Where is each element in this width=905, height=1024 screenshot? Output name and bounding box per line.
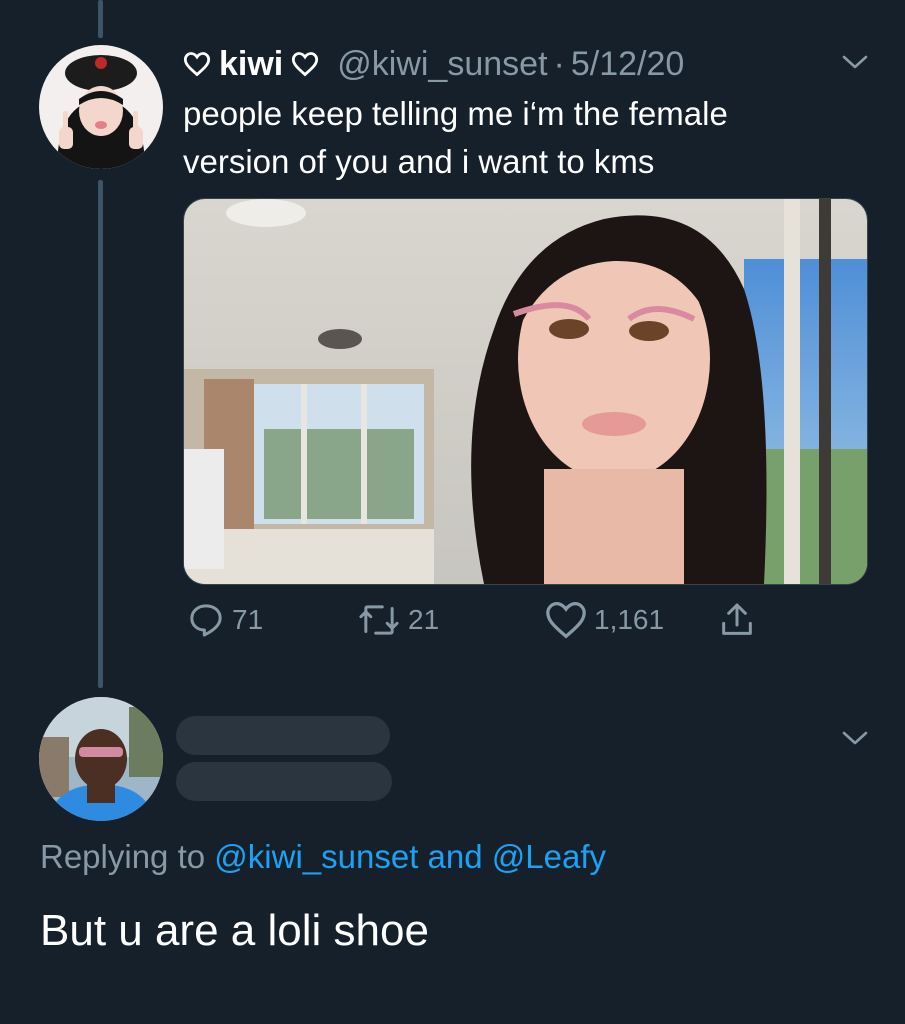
replying-prefix: Replying to [40,838,206,875]
like-button[interactable]: 1,161 [544,600,664,640]
redacted-handle [176,762,392,801]
conjunction: and [427,838,483,875]
handle[interactable]: @kiwi_sunset [337,45,547,84]
retweet-icon [359,605,399,635]
display-name[interactable]: kiwi [183,45,327,84]
redacted-name [176,716,390,755]
tweet-media-photo[interactable] [183,198,868,585]
thread-line-top [98,0,103,38]
display-name-text: kiwi [219,44,284,83]
tweet-header: kiwi @kiwi_sunset · 5/12/20 [183,42,684,86]
separator-dot: · [553,44,565,83]
mention-link[interactable]: @Leafy [492,838,606,875]
heart-icon [292,52,319,77]
tweet-actions: 71 21 1,161 [0,600,905,650]
heart-icon [546,601,586,639]
tweet-text-line: version of you and i want to kms [183,143,655,180]
heart-icon [183,52,211,77]
reply-icon [190,604,222,637]
chevron-down-icon[interactable] [840,728,870,748]
avatar[interactable] [39,45,163,169]
timestamp[interactable]: 5/12/20 [571,45,684,84]
mention-link[interactable]: @kiwi_sunset [214,838,418,875]
replying-to: Replying to @kiwi_sunset and @Leafy [40,838,606,876]
avatar[interactable] [39,697,163,821]
reply-text: But u are a loli shoe [40,906,429,955]
tweet-text: people keep telling me i‘m the female ve… [183,90,833,186]
share-icon [722,603,752,635]
retweet-button[interactable]: 21 [356,600,439,640]
retweet-count: 21 [408,604,440,635]
share-button[interactable] [717,600,763,640]
reply-count: 71 [232,604,264,635]
like-count: 1,161 [594,604,665,635]
chevron-down-icon[interactable] [840,52,870,72]
reply-button[interactable]: 71 [186,600,263,640]
tweet-text-line: people keep telling me i‘m the female [183,95,728,132]
